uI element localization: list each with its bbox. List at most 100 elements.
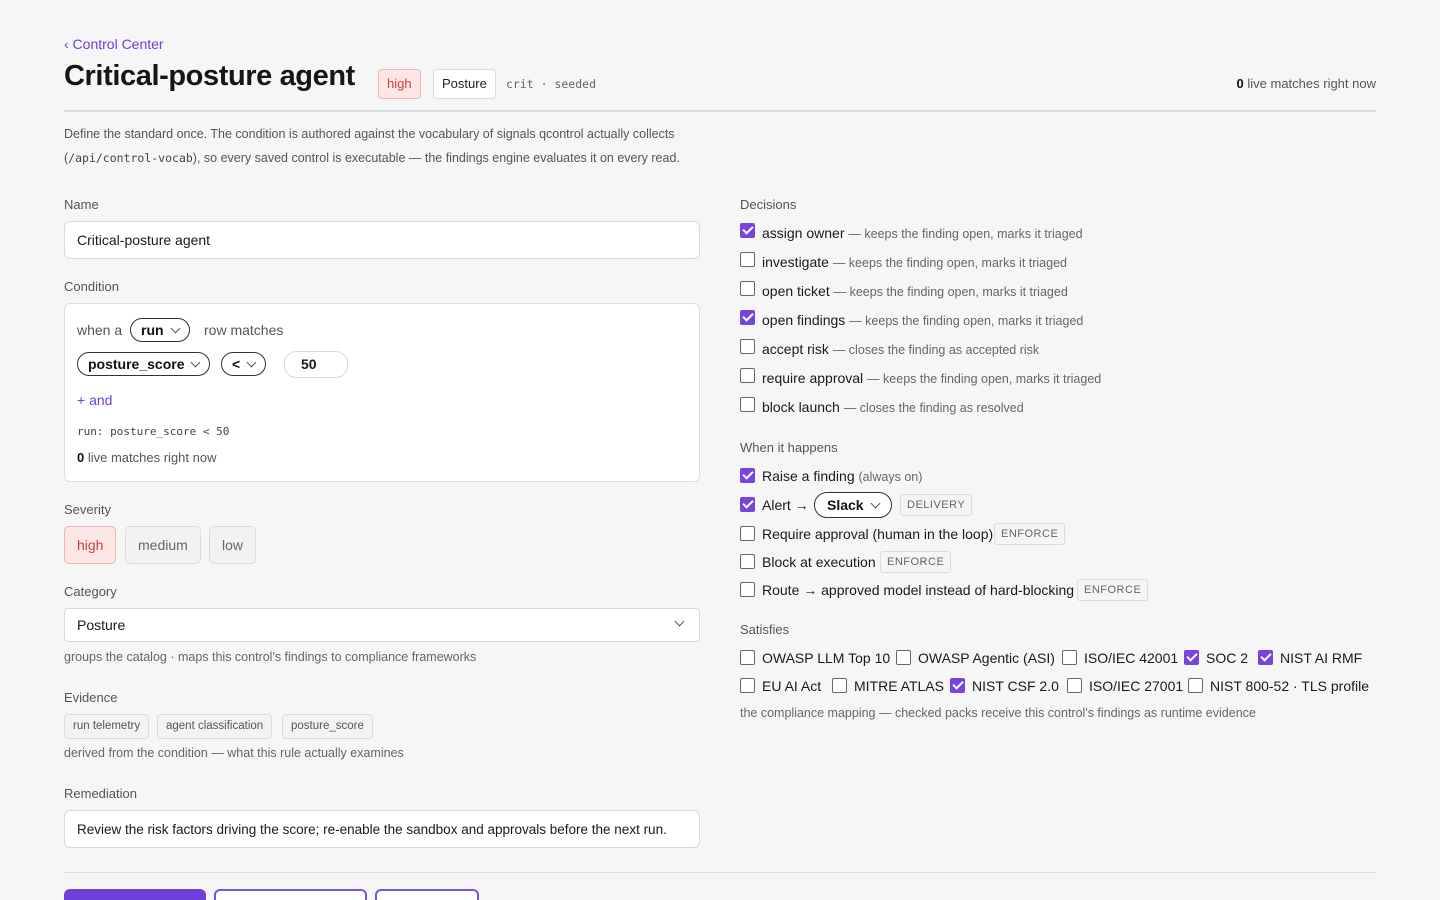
condition-when-prefix: when a (77, 322, 123, 338)
block-at-execution-option: Block at execution (762, 554, 876, 570)
framework-nist-ai-rmf-checkbox[interactable] (1258, 650, 1273, 665)
page-title: Critical-posture agent (64, 60, 355, 92)
delivery-tag: DELIVERY (900, 494, 973, 516)
satisfies-label: Satisfies (740, 622, 790, 637)
decisions-label: Decisions (740, 197, 797, 212)
live-matches-count: 0 (1236, 76, 1244, 91)
entity-select[interactable]: run (130, 318, 190, 342)
raise-finding-checkbox[interactable] (740, 468, 755, 483)
alert-checkbox[interactable] (740, 497, 755, 512)
decision-require-approval: require approval — keeps the finding ope… (762, 370, 1102, 386)
framework-soc2: SOC 2 (1206, 650, 1249, 666)
page-header: Critical-posture agent high Posture crit… (64, 60, 1376, 112)
framework-nist-csf: NIST CSF 2.0 (972, 678, 1059, 694)
decision-assign-owner-checkbox[interactable] (740, 223, 755, 238)
evidence-tag: run telemetry (64, 714, 150, 739)
framework-iso-27001: ISO/IEC 27001 (1089, 678, 1184, 694)
decision-open-ticket: open ticket — keeps the finding open, ma… (762, 283, 1068, 299)
category-select[interactable]: Posture (64, 608, 700, 642)
chevron-down-icon (870, 498, 881, 508)
severity-high-button[interactable]: high (64, 526, 117, 564)
chevron-down-icon (191, 357, 201, 367)
framework-eu-ai-act: EU AI Act (762, 678, 822, 694)
decision-investigate-checkbox[interactable] (740, 252, 755, 267)
framework-soc2-checkbox[interactable] (1184, 650, 1199, 665)
meta-tag: crit · seeded (506, 77, 597, 91)
field-select[interactable]: posture_score (77, 352, 211, 376)
condition-live-matches: 0 live matches right now (77, 450, 217, 465)
category-label: Category (64, 584, 117, 599)
category-help: groups the catalog · maps this control's… (64, 650, 477, 664)
block-at-execution-checkbox[interactable] (740, 554, 755, 569)
decision-require-approval-checkbox[interactable] (740, 368, 755, 383)
decision-open-findings-checkbox[interactable] (740, 310, 755, 325)
condition-expression: run: posture_score < 50 (77, 425, 230, 438)
evidence-label: Evidence (64, 690, 118, 705)
framework-eu-ai-act-checkbox[interactable] (740, 678, 755, 693)
framework-owasp-llm-checkbox[interactable] (740, 650, 755, 665)
enforce-tag: ENFORCE (1077, 579, 1149, 601)
decision-block-launch: block launch — closes the finding as res… (762, 399, 1024, 415)
framework-nist-800-52-checkbox[interactable] (1188, 678, 1203, 693)
condition-value-input[interactable]: 50 (284, 351, 348, 378)
decision-accept-risk: accept risk — closes the finding as acce… (762, 341, 1040, 357)
alert-channel-select[interactable]: Slack (814, 492, 892, 518)
enforce-tag: ENFORCE (994, 523, 1066, 545)
evidence-help: derived from the condition — what this r… (64, 746, 404, 760)
decision-investigate: investigate — keeps the finding open, ma… (762, 254, 1067, 270)
decision-accept-risk-checkbox[interactable] (740, 339, 755, 354)
severity-low-button[interactable]: low (209, 526, 257, 564)
framework-mitre-atlas-checkbox[interactable] (832, 678, 847, 693)
severity-medium-button[interactable]: medium (125, 526, 201, 564)
framework-iso-42001-checkbox[interactable] (1062, 650, 1077, 665)
back-link-control-center[interactable]: ‹ Control Center (64, 36, 164, 52)
chevron-down-icon (674, 616, 685, 627)
raise-finding-option: Raise a finding (always on) (762, 468, 923, 484)
evidence-tag: agent classification (157, 714, 273, 739)
remediation-input[interactable]: Review the risk factors driving the scor… (64, 810, 700, 848)
live-matches-summary: 0 live matches right now (1237, 76, 1376, 91)
category-badge: Posture (433, 69, 496, 99)
cancel-button[interactable] (375, 889, 479, 900)
condition-builder: when a run row matches posture_score < 5… (64, 303, 700, 482)
route-approved-model-checkbox[interactable] (740, 582, 755, 597)
severity-badge: high (378, 69, 421, 99)
satisfies-help: the compliance mapping — checked packs r… (740, 706, 1256, 720)
route-approved-model-option: Route → approved model instead of hard-b… (762, 582, 1075, 598)
require-approval-checkbox[interactable] (740, 526, 755, 541)
decision-assign-owner: assign owner — keeps the finding open, m… (762, 225, 1083, 241)
framework-iso-42001: ISO/IEC 42001 (1084, 650, 1179, 666)
vocab-endpoint: /api/control-vocab (68, 151, 193, 165)
remediation-label: Remediation (64, 786, 137, 801)
add-and-clause-button[interactable]: + and (77, 392, 112, 408)
framework-nist-800-52: NIST 800-52 · TLS profile (1210, 678, 1370, 694)
framework-mitre-atlas: MITRE ATLAS (854, 678, 944, 694)
chevron-down-icon (246, 357, 257, 367)
alert-option: Alert → (762, 497, 809, 513)
chevron-down-icon (170, 323, 181, 333)
framework-nist-ai-rmf: NIST AI RMF (1280, 650, 1363, 666)
condition-label: Condition (64, 279, 119, 294)
secondary-action-button[interactable] (214, 889, 367, 900)
framework-owasp-agentic: OWASP Agentic (ASI) (918, 650, 1055, 666)
framework-iso-27001-checkbox[interactable] (1067, 678, 1082, 693)
evidence-tag: posture_score (282, 714, 373, 739)
enforce-tag: ENFORCE (880, 551, 952, 573)
condition-when-suffix: row matches (204, 322, 284, 338)
require-approval-option: Require approval (human in the loop) (762, 526, 994, 542)
when-it-happens-label: When it happens (740, 440, 838, 455)
footer-divider (64, 872, 1376, 873)
decision-block-launch-checkbox[interactable] (740, 397, 755, 412)
severity-label: Severity (64, 502, 111, 517)
save-control-button[interactable] (64, 889, 206, 900)
name-label: Name (64, 197, 99, 212)
operator-select[interactable]: < (221, 352, 267, 376)
framework-owasp-llm: OWASP LLM Top 10 (762, 650, 891, 666)
name-input[interactable]: Critical-posture agent (64, 221, 700, 259)
framework-nist-csf-checkbox[interactable] (950, 678, 965, 693)
decision-open-ticket-checkbox[interactable] (740, 281, 755, 296)
framework-owasp-agentic-checkbox[interactable] (896, 650, 911, 665)
intro-description: Define the standard once. The condition … (64, 127, 680, 165)
live-matches-label: live matches right now (1247, 76, 1376, 91)
decision-open-findings: open findings — keeps the finding open, … (762, 312, 1084, 328)
